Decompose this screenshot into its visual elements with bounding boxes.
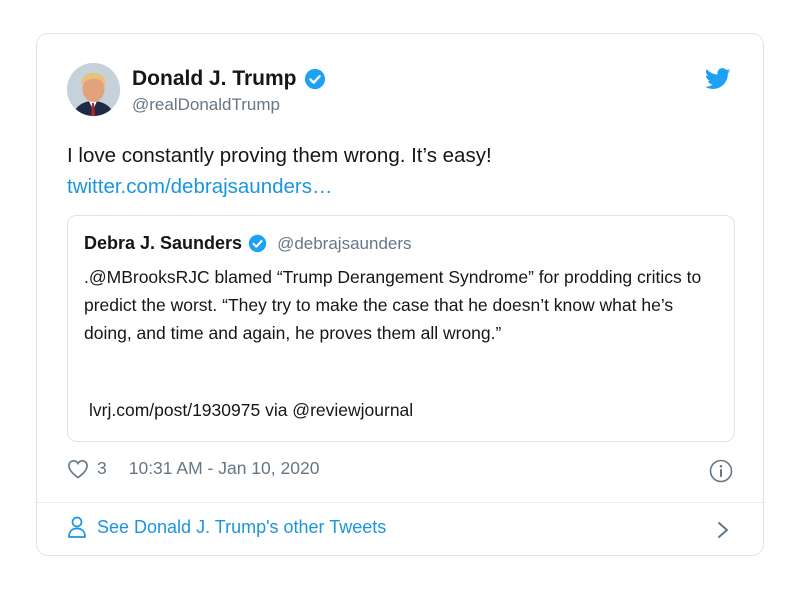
quoted-tweet-text: .@MBrooksRJC blamed “Trump Derangement S… [84, 267, 702, 343]
tweet-text: I love constantly proving them wrong. It… [67, 144, 492, 167]
quoted-tweet[interactable]: Debra J. Saunders @debrajsaunders .@MBro… [67, 215, 735, 442]
info-icon[interactable] [709, 459, 733, 483]
tweet-link[interactable]: twitter.com/debrajsaunders… [67, 175, 332, 198]
person-icon [68, 516, 86, 538]
heart-icon[interactable] [67, 459, 89, 479]
quoted-tweet-header: Debra J. Saunders @debrajsaunders [84, 233, 412, 254]
verified-badge-icon [304, 68, 325, 90]
divider [37, 502, 763, 503]
verified-badge-icon [248, 234, 267, 253]
like-count[interactable]: 3 [97, 458, 107, 479]
tweet-meta: 3 10:31 AM - Jan 10, 2020 [67, 458, 319, 479]
quoted-author-name[interactable]: Debra J. Saunders [84, 233, 242, 254]
author-name[interactable]: Donald J. Trump [132, 67, 297, 91]
see-other-tweets-link[interactable]: See Donald J. Trump's other Tweets [67, 516, 386, 538]
quoted-tweet-source[interactable]: lvrj.com/post/1930975 via @reviewjournal [89, 400, 413, 421]
author-avatar[interactable] [67, 63, 120, 116]
embedded-tweet-card: Donald J. Trump @realDonaldTrump I love … [36, 33, 764, 556]
quoted-author-handle[interactable]: @debrajsaunders [277, 234, 411, 254]
see-other-tweets-label[interactable]: See Donald J. Trump's other Tweets [97, 517, 386, 538]
tweet-body: I love constantly proving them wrong. It… [67, 140, 727, 202]
author-handle[interactable]: @realDonaldTrump [132, 95, 326, 115]
twitter-bird-icon[interactable] [705, 68, 731, 90]
chevron-right-icon[interactable] [716, 520, 730, 540]
tweet-author[interactable]: Donald J. Trump @realDonaldTrump [132, 67, 326, 115]
tweet-timestamp[interactable]: 10:31 AM - Jan 10, 2020 [129, 458, 320, 479]
